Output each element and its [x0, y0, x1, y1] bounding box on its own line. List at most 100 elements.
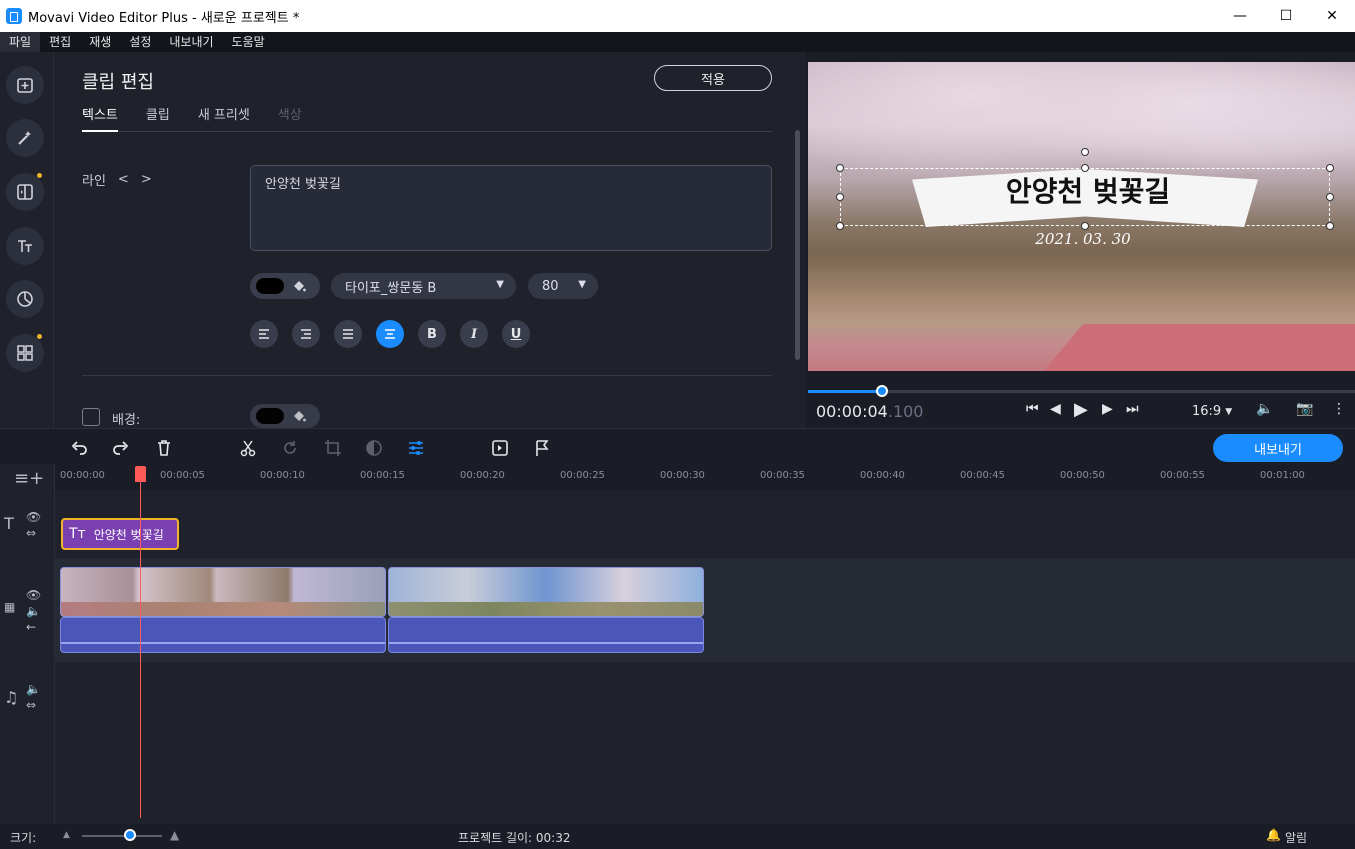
menu-settings[interactable]: 설정 [120, 32, 160, 52]
redo-button[interactable] [110, 437, 132, 459]
snapshot-icon[interactable]: 📷 [1296, 401, 1313, 417]
bell-icon[interactable]: 🔔 [1266, 828, 1281, 842]
font-dropdown[interactable]: 타이포_쌍문동 B ▼ [331, 273, 516, 299]
maximize-button[interactable]: ☐ [1263, 0, 1309, 32]
add-track-icon[interactable]: ≡+ [14, 468, 44, 489]
filters-button[interactable] [6, 119, 44, 157]
justify-button[interactable] [334, 320, 362, 348]
rotate-handle[interactable] [1081, 148, 1089, 156]
speaker-icon[interactable]: 🔈 [26, 604, 41, 618]
chevron-down-icon: ▼ [578, 279, 586, 290]
prev-line-icon[interactable]: < [118, 172, 129, 187]
text-color-picker[interactable] [250, 273, 320, 299]
aspect-ratio-dropdown[interactable]: 16:9 ▼ [1192, 404, 1232, 419]
background-color-picker[interactable] [250, 404, 320, 428]
italic-button[interactable]: I [460, 320, 488, 348]
tab-color[interactable]: 색상 [278, 104, 302, 132]
more-options-icon[interactable]: ⋮ [1332, 401, 1346, 417]
tab-clip[interactable]: 클립 [146, 104, 170, 132]
align-left-button[interactable] [250, 320, 278, 348]
export-button[interactable]: 내보내기 [1213, 434, 1343, 462]
skip-start-button[interactable]: ⏮ [1026, 401, 1039, 417]
underline-button[interactable]: U [502, 320, 530, 348]
align-right-button[interactable] [292, 320, 320, 348]
zoom-label: 크기: [10, 831, 37, 845]
resize-handle[interactable] [836, 193, 844, 201]
link-icon[interactable]: ← [26, 620, 36, 634]
notification-dot [37, 173, 42, 178]
transitions-button[interactable] [6, 173, 44, 211]
zoom-slider-knob[interactable] [124, 829, 136, 841]
menu-file[interactable]: 파일 [0, 32, 41, 52]
video-clip[interactable] [60, 567, 386, 617]
close-button[interactable]: ✕ [1309, 0, 1355, 32]
title-clip[interactable]: Tт 안양천 벚꽃길 [61, 518, 179, 550]
volume-icon[interactable]: 🔈 [1256, 401, 1273, 417]
next-frame-button[interactable]: ▶ [1102, 401, 1113, 417]
more-tools-button[interactable] [6, 334, 44, 372]
play-button[interactable]: ▶ [1074, 399, 1088, 420]
next-line-icon[interactable]: > [141, 172, 152, 187]
video-clip[interactable] [388, 567, 704, 617]
split-button[interactable] [237, 437, 259, 459]
eye-icon[interactable]: 👁 [26, 588, 41, 602]
waveform-line [389, 642, 703, 644]
tab-new-preset[interactable]: 새 프리셋 [198, 104, 250, 132]
stickers-button[interactable] [6, 280, 44, 318]
skip-end-button[interactable]: ⏭ [1126, 401, 1139, 417]
rotate-button[interactable] [279, 437, 301, 459]
background-label: 배경: [112, 413, 141, 428]
resize-handle[interactable] [1081, 164, 1089, 172]
clip-ground [61, 602, 385, 616]
grid-icon [17, 345, 33, 361]
crop-button[interactable] [322, 437, 344, 459]
zoom-slider[interactable] [82, 835, 162, 837]
resize-handle[interactable] [1081, 222, 1089, 230]
resize-handle[interactable] [1326, 222, 1334, 230]
timeline-ruler[interactable]: 00:00:00 00:00:05 00:00:10 00:00:15 00:0… [55, 464, 1355, 490]
apply-button[interactable]: 적용 [654, 65, 772, 91]
eye-icon[interactable]: 👁 [26, 510, 41, 524]
link-icon[interactable]: ⇔ [26, 526, 36, 540]
preview-date-text: 2021. 03. 30 [1035, 230, 1131, 248]
line-selector: 라인 < > [82, 170, 152, 189]
resize-handle[interactable] [836, 164, 844, 172]
playback-progress[interactable] [808, 385, 1355, 397]
prev-frame-button[interactable]: ◀ [1050, 401, 1061, 417]
speaker-icon[interactable]: 🔈 [26, 682, 41, 696]
align-center-button[interactable] [376, 320, 404, 348]
delete-button[interactable] [153, 437, 175, 459]
title-text-input[interactable]: 안양천 벚꽃길 [250, 165, 772, 251]
title-selection-box[interactable] [840, 168, 1330, 226]
alerts-label[interactable]: 알림 [1285, 829, 1307, 846]
resize-handle[interactable] [836, 222, 844, 230]
transition-wizard-button[interactable] [489, 437, 511, 459]
audio-waveform[interactable] [388, 617, 704, 653]
zoom-out-icon[interactable]: ▲ [63, 830, 70, 840]
minimize-button[interactable]: — [1217, 0, 1263, 32]
resize-handle[interactable] [1326, 193, 1334, 201]
link-icon[interactable]: ⇔ [26, 698, 36, 712]
menu-edit[interactable]: 편집 [40, 32, 80, 52]
menu-help[interactable]: 도움말 [223, 32, 274, 52]
video-preview[interactable]: 안양천 벚꽃길 2021. 03. 30 [808, 62, 1355, 371]
font-size-dropdown[interactable]: 80 ▼ [528, 273, 598, 299]
menu-export[interactable]: 내보내기 [160, 32, 222, 52]
background-checkbox[interactable] [82, 408, 100, 426]
panel-scrollbar[interactable] [795, 130, 800, 360]
playhead-handle[interactable] [135, 466, 146, 482]
zoom-in-icon[interactable]: ▲ [170, 828, 179, 842]
color-adjust-button[interactable] [363, 437, 385, 459]
undo-button[interactable] [68, 437, 90, 459]
progress-knob[interactable] [876, 385, 889, 397]
audio-waveform[interactable] [60, 617, 386, 653]
titles-button[interactable] [6, 227, 44, 265]
clip-properties-button[interactable] [405, 437, 427, 459]
menu-playback[interactable]: 재생 [80, 32, 120, 52]
align-right-icon [301, 329, 311, 339]
tab-text[interactable]: 텍스트 [82, 104, 118, 132]
bold-button[interactable]: B [418, 320, 446, 348]
import-button[interactable] [6, 66, 44, 104]
marker-button[interactable] [531, 437, 553, 459]
resize-handle[interactable] [1326, 164, 1334, 172]
